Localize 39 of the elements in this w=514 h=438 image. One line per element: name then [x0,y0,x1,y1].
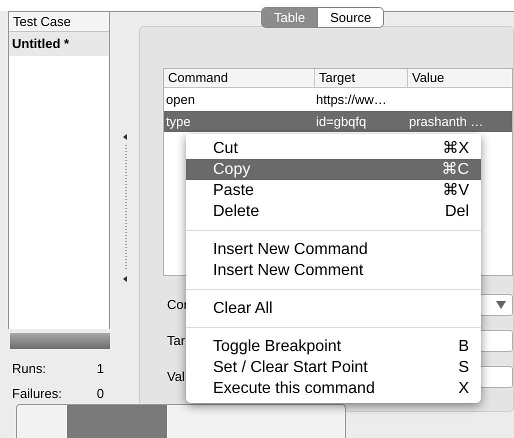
table-row[interactable]: open https://ww… [164,89,512,110]
shortcut-label: ⌘V [442,180,469,200]
menu-item[interactable]: Toggle Breakpoint B [186,336,481,357]
menu-item[interactable]: Insert New Command [186,239,481,260]
field-label: Val [167,368,186,386]
table-cell-text: id=gbqfq [316,112,366,131]
stat-label: Failures: [12,384,62,402]
splitter-handle-icon[interactable] [122,132,128,282]
menu-item[interactable]: Cut ⌘X [186,138,481,159]
shortcut-label: ⌘X [442,138,469,158]
menu-item[interactable]: Insert New Comment [186,260,481,281]
menu-item[interactable]: Paste ⌘V [186,180,481,201]
shortcut-label: X [458,378,469,398]
column-header[interactable]: Command [164,69,314,87]
stat-value: 0 [96,384,104,402]
table-row[interactable]: type id=gbqfq prashanth … [164,111,512,132]
menu-item[interactable]: Clear All [186,298,481,319]
column-header: Test Case [9,12,109,32]
table-cell-text: prashanth … [409,112,484,131]
shortcut-label: B [458,336,469,356]
menu-item[interactable]: Execute this command X [186,378,481,399]
column-header[interactable]: Target [314,69,407,87]
stat-value: 1 [96,360,104,378]
table-cell-text: https://ww… [316,90,387,109]
menu-item[interactable]: Copy ⌘C [186,159,481,180]
menu-item[interactable]: Delete Del [186,201,481,222]
column-header[interactable]: Value [407,69,512,87]
field-label: Cor [167,296,189,314]
test-case-item[interactable]: Untitled * [9,32,109,56]
menu-item[interactable]: Set / Clear Start Point S [186,357,481,378]
table-cell-text: type [166,112,191,131]
field-label: Tar [167,332,186,350]
shortcut-label: ⌘C [441,160,469,180]
tab[interactable]: Source [317,8,384,27]
shortcut-label: Del [444,202,469,222]
stat-label: Runs: [12,360,46,378]
table-cell-text: open [166,90,195,109]
shortcut-label: S [458,358,469,378]
dropdown-arrow-icon [496,301,506,309]
